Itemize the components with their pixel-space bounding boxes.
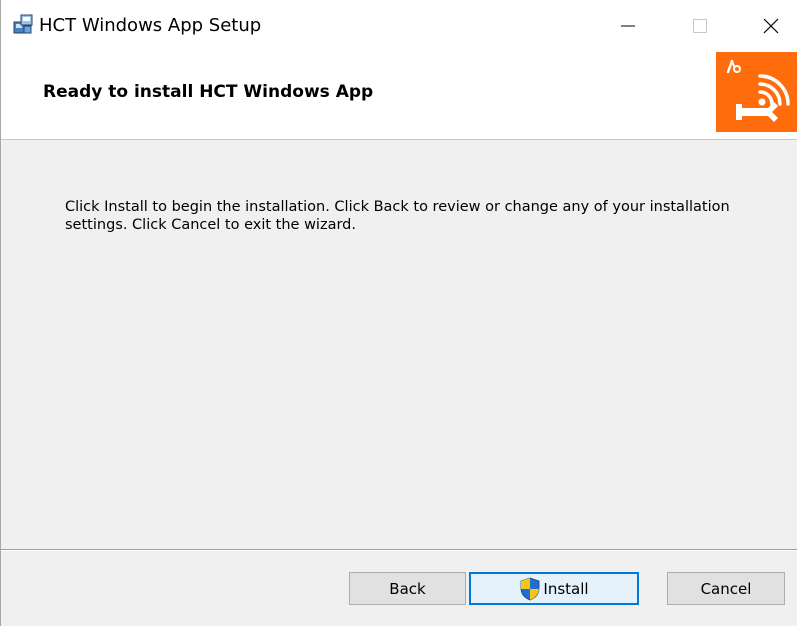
cancel-button[interactable]: Cancel: [667, 572, 785, 605]
minimize-button[interactable]: [605, 4, 651, 48]
back-button[interactable]: Back: [349, 572, 466, 605]
maximize-button[interactable]: [677, 4, 723, 48]
hct-tool-wireless-logo: [716, 52, 797, 132]
install-button-label: Install: [543, 579, 589, 598]
install-instructions: Click Install to begin the installation.…: [65, 199, 730, 233]
header-banner: Ready to install HCT Windows App: [1, 58, 797, 140]
installer-icon: [13, 14, 33, 34]
title-bar[interactable]: HCT Windows App Setup: [1, 0, 797, 58]
maximize-icon: [693, 19, 707, 33]
install-button[interactable]: Install: [469, 572, 639, 605]
setup-window: HCT Windows App Setup Ready to install H…: [0, 0, 797, 626]
window-title: HCT Windows App Setup: [39, 15, 262, 36]
uac-shield-icon: [519, 577, 541, 601]
close-icon: [763, 18, 779, 34]
close-button[interactable]: [748, 4, 794, 48]
page-title: Ready to install HCT Windows App: [43, 82, 374, 102]
minimize-icon: [621, 25, 635, 27]
footer-divider: [1, 549, 797, 551]
